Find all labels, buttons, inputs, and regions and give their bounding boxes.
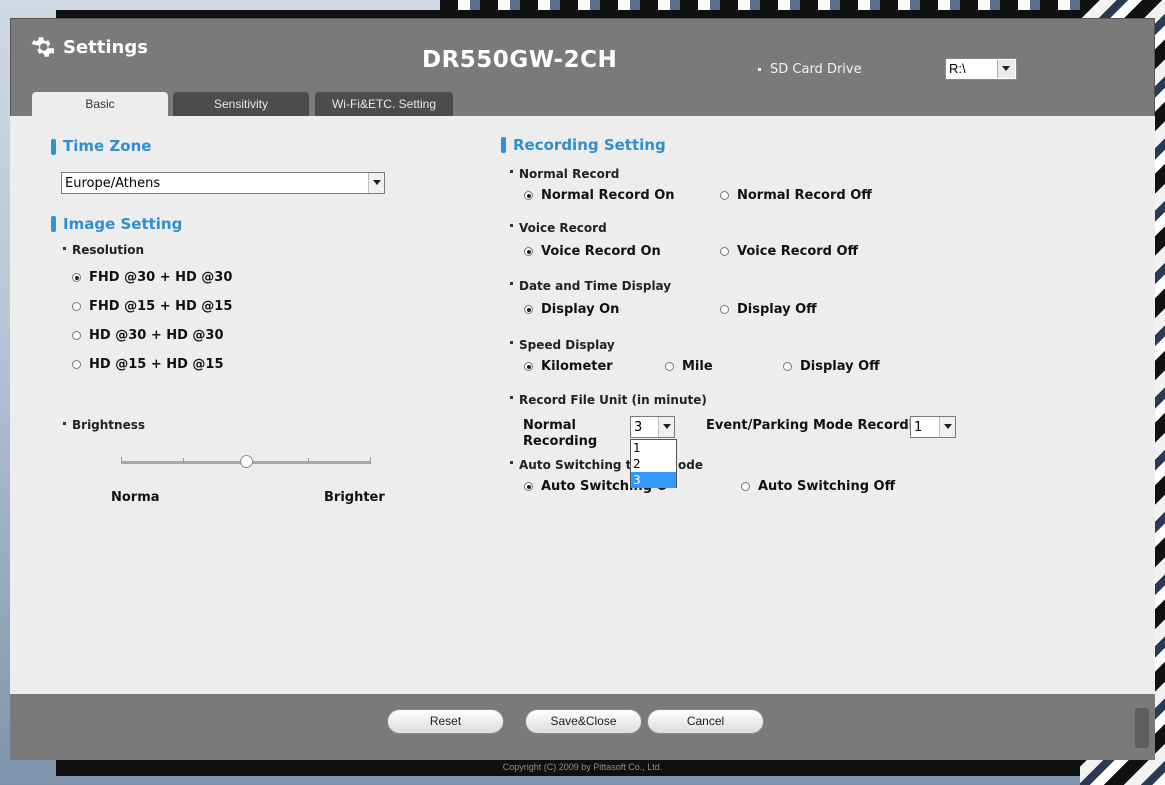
normal-recording-unit-arrow[interactable]: [658, 417, 674, 437]
resolution-radio-1[interactable]: [72, 273, 81, 282]
time-zone-arrow[interactable]: [368, 173, 384, 193]
normal-recording-unit-select[interactable]: 3: [630, 416, 675, 438]
speed-display-label: Speed Display: [519, 338, 615, 352]
resolution-option-3[interactable]: HD @30 + HD @30: [89, 328, 224, 343]
date-time-off-label[interactable]: Display Off: [737, 302, 817, 317]
date-time-off-radio[interactable]: [720, 305, 729, 314]
tab-basic[interactable]: Basic: [32, 92, 168, 116]
gear-icon: [31, 37, 54, 57]
voice-record-on-radio[interactable]: [524, 247, 533, 256]
speed-mile-radio[interactable]: [665, 362, 674, 371]
speed-off-radio[interactable]: [783, 362, 792, 371]
resolution-radio-3[interactable]: [72, 331, 81, 340]
recording-section-marker: [501, 137, 506, 153]
speed-bullet: [510, 341, 513, 344]
sd-card-bullet: [758, 68, 761, 71]
time-zone-select[interactable]: Europe/Athens: [61, 172, 385, 194]
event-parking-unit-value: 1: [914, 420, 923, 435]
resolution-bullet: [63, 247, 66, 250]
voice-record-label: Voice Record: [519, 221, 607, 235]
normal-record-on-radio[interactable]: [524, 191, 533, 200]
auto-switch-off-radio[interactable]: [741, 482, 750, 491]
reset-button[interactable]: Reset: [387, 709, 504, 734]
resolution-option-4[interactable]: HD @15 + HD @15: [89, 357, 224, 372]
event-parking-unit-arrow[interactable]: [939, 417, 955, 437]
speed-mile-label[interactable]: Mile: [682, 359, 713, 374]
brightness-min-label: Norma: [111, 490, 160, 505]
brightness-tick: [308, 458, 309, 463]
sd-card-drive-value: R:\: [949, 61, 966, 76]
voice-record-off-radio[interactable]: [720, 247, 729, 256]
image-setting-title: Image Setting: [63, 215, 183, 233]
event-parking-unit-select[interactable]: 1: [910, 416, 956, 438]
voice-record-bullet: [510, 224, 513, 227]
brightness-max-label: Brighter: [324, 490, 385, 505]
sd-card-drive-arrow[interactable]: [997, 60, 1015, 78]
normal-recording-unit-dropdown-list: 1 2 3: [630, 439, 677, 488]
normal-recording-label-line2: Recording: [523, 434, 598, 449]
auto-switch-bullet: [510, 461, 513, 464]
save-close-button[interactable]: Save&Close: [525, 709, 642, 734]
date-time-label: Date and Time Display: [519, 279, 672, 293]
dropdown-option[interactable]: 1: [631, 440, 676, 456]
auto-switch-on-radio[interactable]: [524, 482, 533, 491]
window-title: Settings: [63, 37, 148, 58]
sd-card-drive-select[interactable]: R:\: [945, 58, 1017, 80]
tab-sensitivity[interactable]: Sensitivity: [173, 92, 309, 116]
speed-off-label[interactable]: Display Off: [800, 359, 880, 374]
cancel-button[interactable]: Cancel: [647, 709, 764, 734]
normal-record-on-label[interactable]: Normal Record On: [541, 188, 675, 203]
time-zone-value: Europe/Athens: [65, 176, 161, 191]
device-model: DR550GW-2CH: [422, 47, 618, 73]
date-time-bullet: [510, 282, 513, 285]
resolution-label: Resolution: [72, 243, 145, 257]
voice-record-off-label[interactable]: Voice Record Off: [737, 244, 858, 259]
footer-bar: Reset Save&Close Cancel: [10, 694, 1155, 760]
file-unit-bullet: [510, 396, 513, 399]
normal-record-bullet: [510, 170, 513, 173]
file-unit-label: Record File Unit (in minute): [519, 393, 707, 407]
normal-recording-label-line1: Normal: [523, 418, 576, 433]
recording-setting-title: Recording Setting: [513, 136, 666, 154]
image-setting-section-marker: [51, 216, 56, 232]
time-zone-section-marker: [51, 139, 56, 155]
date-time-on-radio[interactable]: [524, 305, 533, 314]
dropdown-option-selected[interactable]: 3: [631, 472, 676, 488]
brightness-tick: [370, 457, 371, 464]
tab-wifi-etc[interactable]: Wi-Fi&ETC. Setting: [315, 92, 453, 116]
brightness-tick: [183, 458, 184, 463]
normal-recording-unit-value: 3: [634, 420, 643, 435]
auto-switch-off-label[interactable]: Auto Switching Off: [758, 479, 895, 494]
resolution-radio-4[interactable]: [72, 360, 81, 369]
event-parking-label: Event/Parking Mode Recording: [706, 418, 932, 433]
speed-km-radio[interactable]: [524, 362, 533, 371]
normal-record-label: Normal Record: [519, 167, 620, 181]
resolution-radio-2[interactable]: [72, 302, 81, 311]
sd-card-label: SD Card Drive: [770, 62, 862, 77]
voice-record-on-label[interactable]: Voice Record On: [541, 244, 661, 259]
brightness-label: Brightness: [72, 418, 146, 432]
speed-km-label[interactable]: Kilometer: [541, 359, 613, 374]
resize-grip[interactable]: [1135, 708, 1149, 748]
dropdown-option[interactable]: 2: [631, 456, 676, 472]
auto-switch-label-tail: ode: [678, 458, 703, 472]
normal-record-off-label[interactable]: Normal Record Off: [737, 188, 872, 203]
normal-record-off-radio[interactable]: [720, 191, 729, 200]
copyright-text: Copyright (C) 2009 by Pittasoft Co., Ltd…: [502, 762, 663, 772]
brightness-tick: [121, 457, 122, 464]
title-bar: Settings DR550GW-2CH SD Card Drive R:\ B…: [10, 18, 1155, 116]
brightness-bullet: [63, 422, 66, 425]
time-zone-title: Time Zone: [63, 137, 152, 155]
brightness-slider-thumb[interactable]: [239, 455, 253, 468]
resolution-option-1[interactable]: FHD @30 + HD @30: [89, 270, 232, 285]
resolution-option-2[interactable]: FHD @15 + HD @15: [89, 299, 232, 314]
date-time-on-label[interactable]: Display On: [541, 302, 619, 317]
settings-window: Settings DR550GW-2CH SD Card Drive R:\ B…: [10, 18, 1155, 760]
